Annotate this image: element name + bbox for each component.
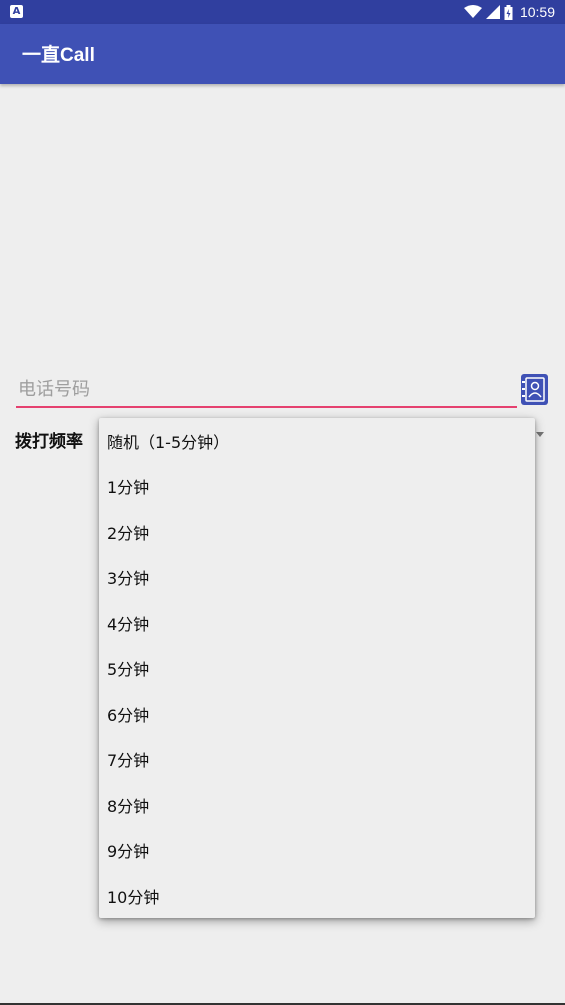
contacts-button[interactable]	[521, 374, 548, 405]
status-time: 10:59	[519, 4, 555, 20]
dropdown-option-random[interactable]: 随机（1-5分钟）	[99, 418, 535, 464]
frequency-dropdown-menu: 随机（1-5分钟） 1分钟 2分钟 3分钟 4分钟 5分钟 6分钟 7分钟 8分…	[99, 418, 535, 918]
dropdown-option-9min[interactable]: 9分钟	[99, 828, 535, 874]
dropdown-option-3min[interactable]: 3分钟	[99, 555, 535, 601]
dropdown-option-6min[interactable]: 6分钟	[99, 691, 535, 737]
notification-icon: A	[10, 5, 23, 18]
spinner-dropdown-arrow-icon[interactable]	[536, 432, 544, 437]
frequency-label: 拨打频率	[15, 432, 83, 452]
app-bar: 一直Call	[0, 24, 565, 84]
phone-input-container	[16, 372, 517, 408]
app-title: 一直Call	[22, 45, 95, 66]
phone-number-input[interactable]	[16, 372, 517, 406]
dropdown-option-4min[interactable]: 4分钟	[99, 600, 535, 646]
battery-icon	[504, 4, 513, 20]
cell-signal-icon	[485, 5, 500, 19]
status-icons: 10:59	[463, 0, 555, 24]
dropdown-option-7min[interactable]: 7分钟	[99, 737, 535, 783]
dropdown-option-10min[interactable]: 10分钟	[99, 873, 535, 919]
dropdown-option-1min[interactable]: 1分钟	[99, 464, 535, 510]
wifi-icon	[463, 5, 482, 19]
dropdown-option-5min[interactable]: 5分钟	[99, 646, 535, 692]
dropdown-option-2min[interactable]: 2分钟	[99, 509, 535, 555]
dropdown-option-8min[interactable]: 8分钟	[99, 782, 535, 828]
status-bar: A 10:59	[0, 0, 565, 24]
